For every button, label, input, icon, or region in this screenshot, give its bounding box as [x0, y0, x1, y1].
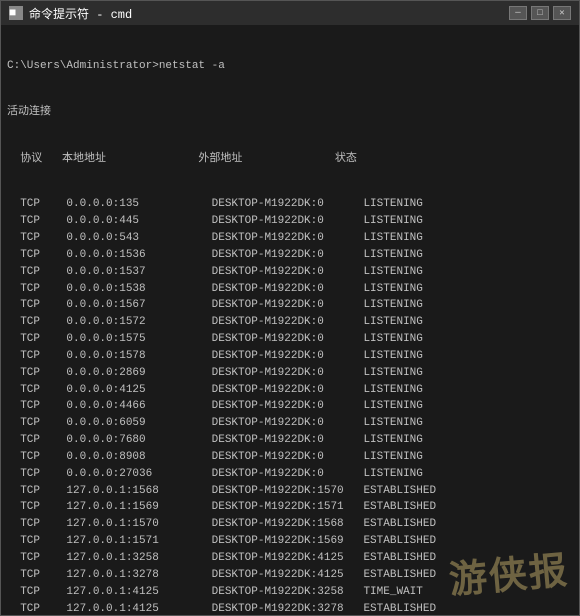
cmd-window: ■ 命令提示符 - cmd ─ □ ✕ C:\Users\Administrat…	[0, 0, 580, 616]
window-title: 命令提示符 - cmd	[29, 5, 132, 22]
table-row: TCP 0.0.0.0:1537 DESKTOP-M1922DK:0 LISTE…	[7, 265, 573, 280]
table-row: TCP 0.0.0.0:2869 DESKTOP-M1922DK:0 LISTE…	[7, 366, 573, 381]
table-row: TCP 127.0.0.1:1571 DESKTOP-M1922DK:1569 …	[7, 534, 573, 549]
table-row: TCP 0.0.0.0:1567 DESKTOP-M1922DK:0 LISTE…	[7, 298, 573, 313]
table-row: TCP 0.0.0.0:27036 DESKTOP-M1922DK:0 LIST…	[7, 467, 573, 482]
table-row: TCP 127.0.0.1:1569 DESKTOP-M1922DK:1571 …	[7, 500, 573, 515]
table-row: TCP 0.0.0.0:6059 DESKTOP-M1922DK:0 LISTE…	[7, 416, 573, 431]
table-row: TCP 127.0.0.1:3258 DESKTOP-M1922DK:4125 …	[7, 551, 573, 566]
table-row: TCP 0.0.0.0:1572 DESKTOP-M1922DK:0 LISTE…	[7, 315, 573, 330]
table-row: TCP 127.0.0.1:1570 DESKTOP-M1922DK:1568 …	[7, 517, 573, 532]
column-header: 协议 本地地址 外部地址 状态	[7, 152, 573, 167]
table-row: TCP 0.0.0.0:445 DESKTOP-M1922DK:0 LISTEN…	[7, 214, 573, 229]
terminal-content: C:\Users\Administrator>netstat -a 活动连接 协…	[1, 25, 579, 615]
minimize-button[interactable]: ─	[509, 6, 527, 20]
cmd-path-line: C:\Users\Administrator>netstat -a	[7, 59, 573, 74]
cmd-icon: ■	[9, 6, 23, 20]
table-row: TCP 0.0.0.0:1536 DESKTOP-M1922DK:0 LISTE…	[7, 248, 573, 263]
title-bar: ■ 命令提示符 - cmd ─ □ ✕	[1, 1, 579, 25]
table-row: TCP 0.0.0.0:4466 DESKTOP-M1922DK:0 LISTE…	[7, 399, 573, 414]
maximize-button[interactable]: □	[531, 6, 549, 20]
table-row: TCP 0.0.0.0:7680 DESKTOP-M1922DK:0 LISTE…	[7, 433, 573, 448]
table-row: TCP 127.0.0.1:4125 DESKTOP-M1922DK:3258 …	[7, 585, 573, 600]
title-bar-left: ■ 命令提示符 - cmd	[9, 5, 132, 22]
table-row: TCP 0.0.0.0:1578 DESKTOP-M1922DK:0 LISTE…	[7, 349, 573, 364]
table-row: TCP 127.0.0.1:3278 DESKTOP-M1922DK:4125 …	[7, 568, 573, 583]
table-row: TCP 127.0.0.1:1568 DESKTOP-M1922DK:1570 …	[7, 484, 573, 499]
title-bar-buttons: ─ □ ✕	[509, 6, 571, 20]
netstat-rows: TCP 0.0.0.0:135 DESKTOP-M1922DK:0 LISTEN…	[7, 197, 573, 615]
table-row: TCP 0.0.0.0:135 DESKTOP-M1922DK:0 LISTEN…	[7, 197, 573, 212]
table-row: TCP 0.0.0.0:4125 DESKTOP-M1922DK:0 LISTE…	[7, 383, 573, 398]
close-button[interactable]: ✕	[553, 6, 571, 20]
table-row: TCP 127.0.0.1:4125 DESKTOP-M1922DK:3278 …	[7, 602, 573, 615]
terminal-output: C:\Users\Administrator>netstat -a 活动连接 协…	[7, 29, 573, 615]
section-title: 活动连接	[7, 105, 573, 120]
table-row: TCP 0.0.0.0:1575 DESKTOP-M1922DK:0 LISTE…	[7, 332, 573, 347]
table-row: TCP 0.0.0.0:8908 DESKTOP-M1922DK:0 LISTE…	[7, 450, 573, 465]
table-row: TCP 0.0.0.0:543 DESKTOP-M1922DK:0 LISTEN…	[7, 231, 573, 246]
table-row: TCP 0.0.0.0:1538 DESKTOP-M1922DK:0 LISTE…	[7, 282, 573, 297]
